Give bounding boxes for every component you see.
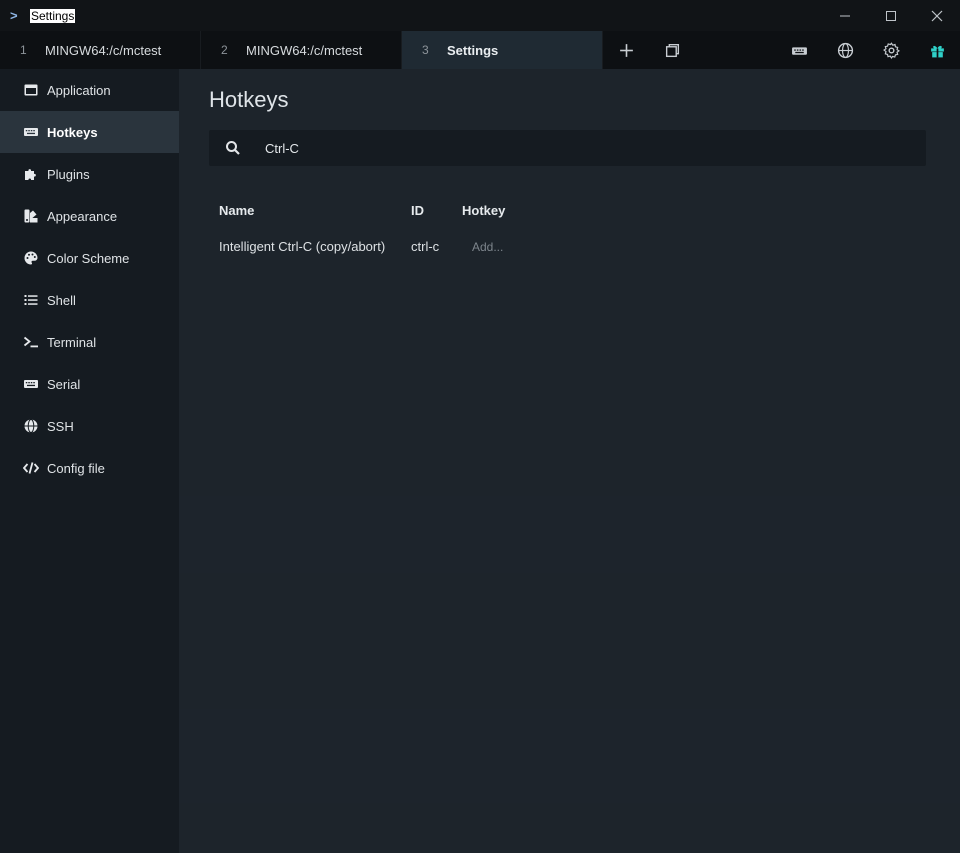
plus-icon <box>619 43 633 57</box>
sidebar-item-label: Application <box>47 82 111 98</box>
tab-terminal-2[interactable]: 2 MINGW64:/c/mctest <box>201 31 402 69</box>
tab-label: Settings <box>447 42 499 58</box>
keyboard-icon <box>791 46 807 55</box>
close-button[interactable] <box>914 0 960 31</box>
minimize-icon <box>840 15 850 16</box>
gear-icon <box>882 41 900 59</box>
gift-button[interactable] <box>914 31 960 69</box>
tab-terminal-1[interactable]: 1 MINGW64:/c/mctest <box>0 31 201 69</box>
tab-number: 1 <box>20 43 27 57</box>
app-icon: > <box>10 7 18 23</box>
hotkey-name: Intelligent Ctrl-C (copy/abort) <box>219 238 386 254</box>
sidebar-item-label: Terminal <box>47 334 97 350</box>
tab-settings[interactable]: 3 Settings <box>402 31 603 69</box>
list-icon <box>22 292 39 309</box>
add-hotkey-button[interactable]: Add... <box>462 238 582 254</box>
duplicate-tab-button[interactable] <box>649 31 695 69</box>
puzzle-icon <box>22 166 39 183</box>
sidebar-item-label: Serial <box>47 376 81 392</box>
sidebar-item-appearance[interactable]: Appearance <box>0 195 179 237</box>
window-icon <box>22 82 39 99</box>
sidebar-item-ssh[interactable]: SSH <box>0 405 179 447</box>
tab-number: 3 <box>422 43 429 57</box>
keyboard-icon <box>22 124 39 141</box>
globe-icon <box>22 418 39 435</box>
tab-label: MINGW64:/c/mctest <box>246 42 363 58</box>
settings-main: Hotkeys Name ID Hotkey Intelligent Ctrl-… <box>179 69 960 853</box>
copy-windows-icon <box>665 43 679 57</box>
tab-tools <box>603 31 695 69</box>
keyboard-icon <box>22 376 39 393</box>
sidebar-item-terminal[interactable]: Terminal <box>0 321 179 363</box>
column-header-id: ID <box>411 203 424 218</box>
tab-label: MINGW64:/c/mctest <box>45 42 162 58</box>
sidebar-item-shell[interactable]: Shell <box>0 279 179 321</box>
terminal-icon <box>22 334 39 351</box>
maximize-button[interactable] <box>868 0 914 31</box>
new-tab-button[interactable] <box>603 31 649 69</box>
sidebar-item-config-file[interactable]: Config file <box>0 447 179 489</box>
gift-icon <box>930 45 944 57</box>
maximize-icon <box>886 10 896 21</box>
column-header-name: Name <box>219 203 255 218</box>
sidebar-item-hotkeys[interactable]: Hotkeys <box>0 111 179 153</box>
hotkeys-table: Name ID Hotkey Intelligent Ctrl-C (copy/… <box>219 203 582 255</box>
table-row: Intelligent Ctrl-C (copy/abort) ctrl-c A… <box>219 237 582 255</box>
sidebar-item-label: Shell <box>47 292 76 308</box>
sidebar-item-plugins[interactable]: Plugins <box>0 153 179 195</box>
palette-icon <box>22 250 39 267</box>
code-icon <box>22 460 39 477</box>
sidebar-item-label: Appearance <box>47 208 118 224</box>
swatches-icon <box>22 208 39 225</box>
close-icon <box>931 10 943 21</box>
serial-button[interactable] <box>776 31 822 69</box>
settings-sidebar: Application Hotkeys Plugins Appearance C… <box>0 69 179 853</box>
hotkey-search-box[interactable] <box>209 130 926 166</box>
hotkey-id: ctrl-c <box>411 238 440 254</box>
minimize-button[interactable] <box>822 0 868 31</box>
globe-icon <box>837 42 853 58</box>
toolbar-right <box>776 31 960 69</box>
column-header-hotkey: Hotkey <box>462 203 506 218</box>
search-icon <box>225 140 241 156</box>
page-title: Hotkeys <box>209 87 289 112</box>
tab-number: 2 <box>221 43 228 57</box>
settings-button[interactable] <box>868 31 914 69</box>
sidebar-item-label: SSH <box>47 418 74 434</box>
sidebar-item-serial[interactable]: Serial <box>0 363 179 405</box>
title-bar: > Settings <box>0 0 960 31</box>
sidebar-item-label: Color Scheme <box>47 250 130 266</box>
sidebar-item-color-scheme[interactable]: Color Scheme <box>0 237 179 279</box>
sidebar-item-label: Plugins <box>47 166 90 182</box>
search-input[interactable] <box>265 140 885 156</box>
sidebar-item-label: Hotkeys <box>47 124 98 140</box>
tab-bar: 1 MINGW64:/c/mctest 2 MINGW64:/c/mctest … <box>0 31 960 69</box>
window-controls <box>822 0 960 31</box>
ssh-button[interactable] <box>822 31 868 69</box>
window-title: Settings <box>30 8 76 23</box>
sidebar-item-application[interactable]: Application <box>0 69 179 111</box>
sidebar-item-label: Config file <box>47 460 105 476</box>
table-header: Name ID Hotkey <box>219 203 582 221</box>
